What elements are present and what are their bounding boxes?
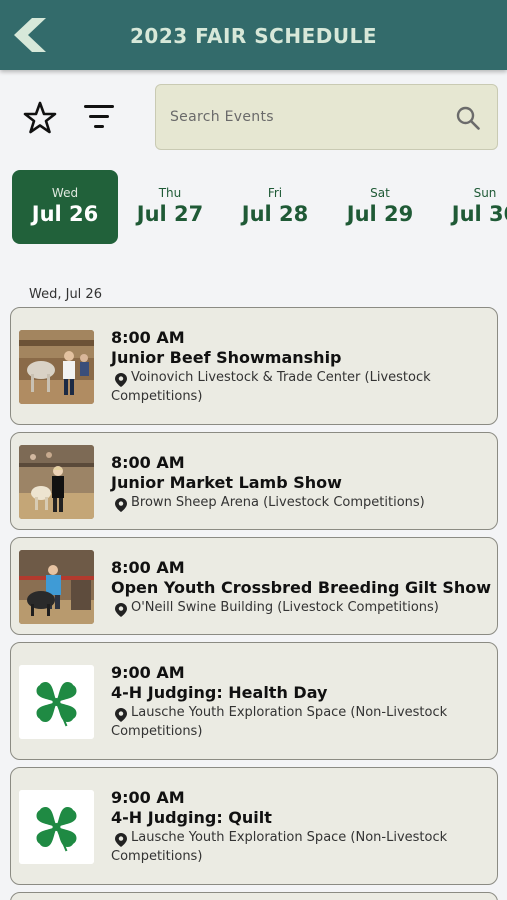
event-card-next[interactable] [10,892,498,900]
event-card-junior-beef-showmanship[interactable]: 8:00 AM Junior Beef Showmanship Voinovic… [10,307,498,425]
page-title: 2023 FAIR SCHEDULE [129,24,377,48]
event-location: Voinovich Livestock & Trade Center (Live… [111,370,431,404]
event-location: Brown Sheep Arena (Livestock Competition… [131,495,425,510]
date-tab-dow: Thu [158,186,182,200]
day-section-header: Wed, Jul 26 [29,287,102,302]
date-tab-jul-28[interactable]: Fri Jul 28 [222,170,328,244]
sheep-photo [19,445,94,519]
4h-clover-logo [19,665,94,739]
search-box [155,84,498,150]
event-time: 8:00 AM [111,558,185,577]
date-tab-dow: Fri [267,186,283,200]
event-title: 4-H Judging: Quilt [111,808,272,827]
favorites-star-icon[interactable] [22,100,58,136]
date-tab-date: Jul 28 [241,202,309,226]
event-card-junior-market-lamb-show[interactable]: 8:00 AM Junior Market Lamb Show Brown Sh… [10,432,498,530]
date-selector: Wed Jul 26 Thu Jul 27 Fri Jul 28 Sat Jul… [0,170,507,246]
app-header: 2023 FAIR SCHEDULE [0,0,507,70]
event-title: Junior Beef Showmanship [111,348,342,367]
cattle-photo [19,330,94,404]
search-input[interactable] [170,104,440,130]
date-tab-jul-29[interactable]: Sat Jul 29 [327,170,433,244]
event-title: Open Youth Crossbred Breeding Gilt Show [111,578,492,597]
date-tab-date: Jul 26 [31,202,99,226]
event-location: O'Neill Swine Building (Livestock Compet… [131,600,439,615]
date-tab-jul-27[interactable]: Thu Jul 27 [117,170,223,244]
event-time: 8:00 AM [111,328,185,347]
event-card-4h-judging-health-day[interactable]: 9:00 AM 4-H Judging: Health Day Lausche … [10,642,498,760]
date-tab-jul-30[interactable]: Sun Jul 30 [432,170,507,244]
date-tab-date: Jul 30 [451,202,507,226]
date-tab-dow: Sun [473,186,497,200]
event-title: Junior Market Lamb Show [111,473,342,492]
event-location: Lausche Youth Exploration Space (Non-Liv… [111,830,448,864]
swine-photo [19,550,94,624]
event-card-open-youth-crossbred-gilt-show[interactable]: 8:00 AM Open Youth Crossbred Breeding Gi… [10,537,498,635]
event-card-4h-judging-quilt[interactable]: 9:00 AM 4-H Judging: Quilt Lausche Youth… [10,767,498,885]
event-time: 9:00 AM [111,663,185,682]
event-location: Lausche Youth Exploration Space (Non-Liv… [111,705,448,739]
date-tab-dow: Sat [370,186,390,200]
4h-clover-logo [19,790,94,864]
event-time: 8:00 AM [111,453,185,472]
date-tab-jul-26[interactable]: Wed Jul 26 [12,170,118,244]
event-title: 4-H Judging: Health Day [111,683,328,702]
filter-icon[interactable] [82,102,116,132]
date-tab-date: Jul 29 [346,202,414,226]
date-tab-dow: Wed [51,186,79,200]
date-tab-date: Jul 27 [136,202,204,226]
search-icon[interactable] [455,105,481,131]
event-time: 9:00 AM [111,788,185,807]
